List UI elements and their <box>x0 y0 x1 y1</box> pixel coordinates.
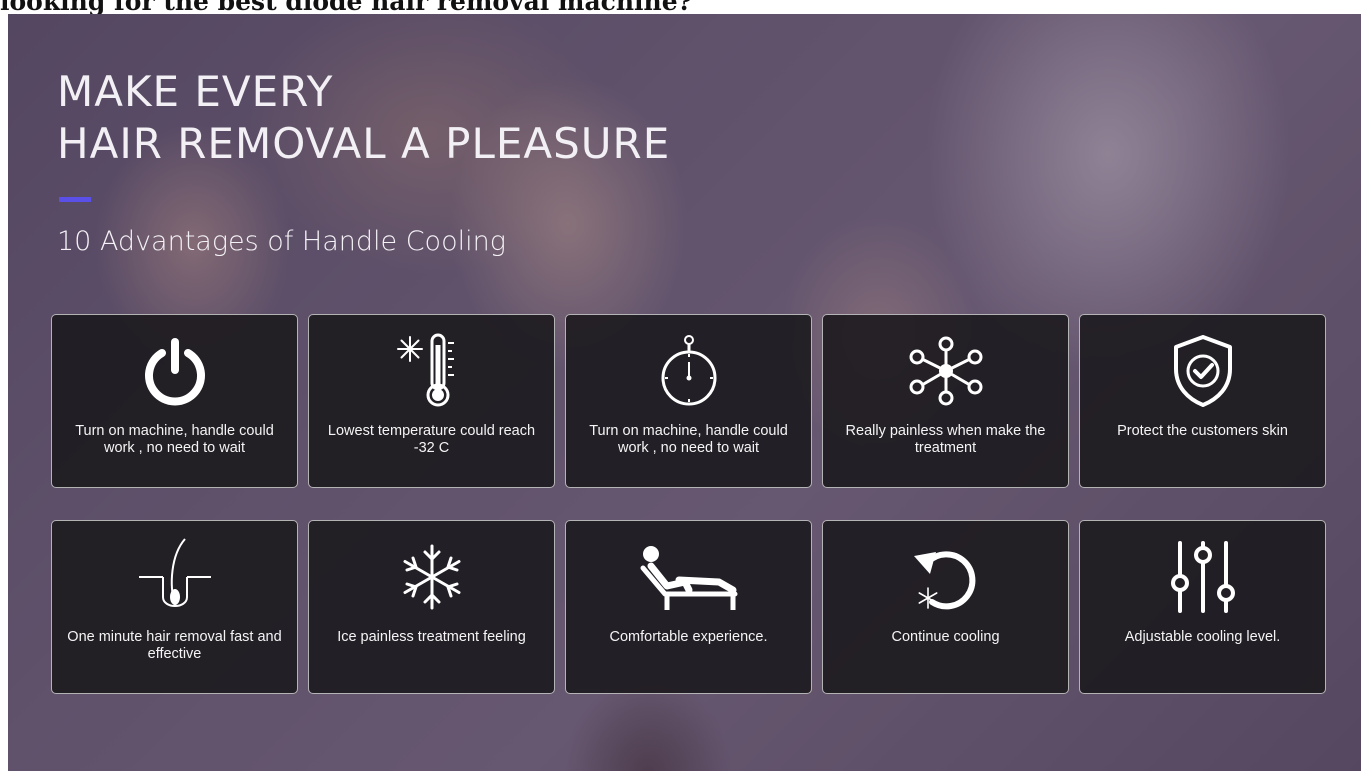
advantage-card: Adjustable cooling level. <box>1079 520 1326 694</box>
advantage-card: Comfortable experience. <box>565 520 812 694</box>
sliders-icon <box>1170 541 1235 613</box>
snowflake-icon <box>403 544 460 610</box>
advantage-label: Ice painless treatment feeling <box>337 629 526 645</box>
advantage-label: Lowest temperature could reach -32 C <box>327 423 536 456</box>
shield-check-icon <box>1173 335 1232 407</box>
advantage-label: Turn on machine, handle could work , no … <box>75 423 274 456</box>
accent-bar <box>59 197 91 202</box>
advantage-card: Turn on machine, handle could work , no … <box>565 314 812 488</box>
subtitle: 10 Advantages of Handle Cooling <box>57 226 506 257</box>
advantage-card: Lowest temperature could reach -32 C <box>308 314 555 488</box>
headline-line-2: HAIR REMOVAL A PLEASURE <box>57 119 671 168</box>
advantage-label: One minute hair removal fast and effecti… <box>67 629 282 662</box>
advantage-card: Really painless when make the treatment <box>822 314 1069 488</box>
advantage-card: Continue cooling <box>822 520 1069 694</box>
advantage-card: One minute hair removal fast and effecti… <box>51 520 298 694</box>
advantage-label: Protect the customers skin <box>1117 423 1288 439</box>
thermometer-snowflake-icon <box>396 333 454 407</box>
advantage-label: Continue cooling <box>891 629 1000 645</box>
headline: MAKE EVERY HAIR REMOVAL A PLEASURE <box>57 66 670 170</box>
rotate-cooling-icon <box>913 551 975 610</box>
advantages-grid: Turn on machine, handle could work , no … <box>51 314 1326 694</box>
hero-banner: MAKE EVERY HAIR REMOVAL A PLEASURE 10 Ad… <box>8 14 1361 771</box>
advantage-card: Protect the customers skin <box>1079 314 1326 488</box>
headline-line-1: MAKE EVERY <box>57 67 334 116</box>
advantage-card: Turn on machine, handle could work , no … <box>51 314 298 488</box>
power-icon <box>144 338 205 406</box>
hair-follicle-icon <box>138 538 211 607</box>
reclining-person-icon <box>640 546 737 610</box>
network-nodes-icon <box>909 336 982 406</box>
advantage-label: Really painless when make the treatment <box>845 423 1046 456</box>
stopwatch-icon <box>661 335 716 406</box>
advantage-card: Ice painless treatment feeling <box>308 520 555 694</box>
advantage-label: Adjustable cooling level. <box>1124 629 1281 645</box>
advantage-label: Turn on machine, handle could work , no … <box>589 423 788 456</box>
advantage-label: Comfortable experience. <box>609 629 768 645</box>
